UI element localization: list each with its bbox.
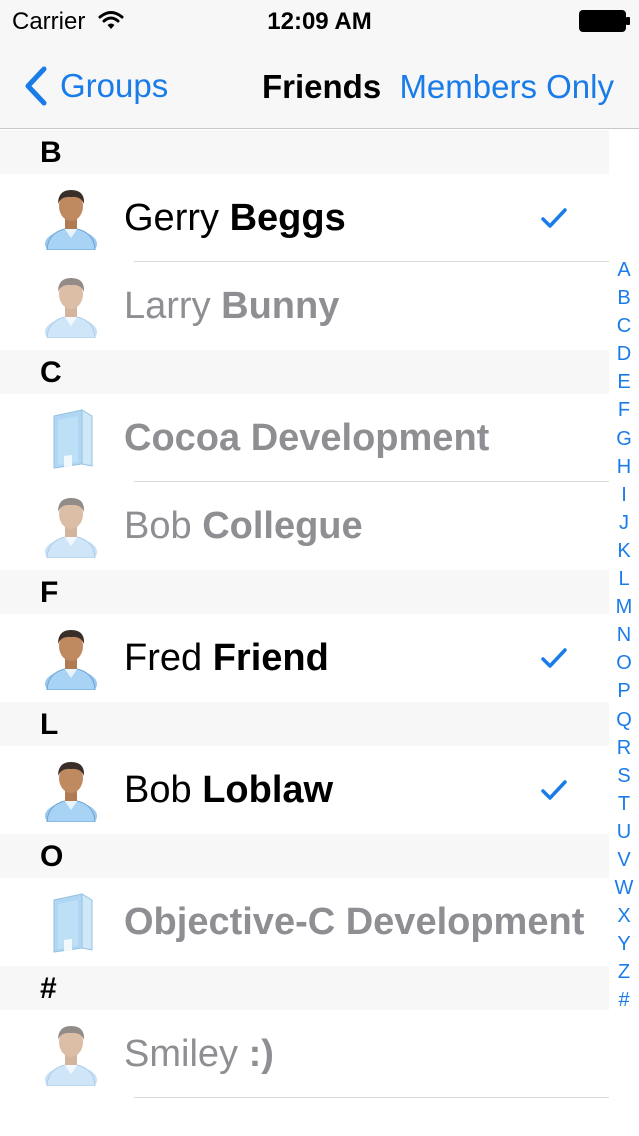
index-letter[interactable]: X [611,902,637,930]
page-title: Friends [262,68,382,105]
person-icon [45,630,97,690]
contact-name: Objective-C Development [124,878,584,966]
index-letter[interactable]: N [611,621,637,649]
contact-name: Larry Bunny [124,262,339,350]
index-letter[interactable]: I [611,481,637,509]
contacts-table: B Gerry Beggs Larry Bunny C Cocoa Develop… [0,130,609,1098]
index-letter[interactable]: # [611,986,637,1014]
first-name: Larry [124,285,211,327]
contact-name: Smiley :) [124,1010,274,1098]
contact-row[interactable]: Bob Collegue [0,482,609,570]
index-letter[interactable]: F [611,396,637,424]
building-icon [53,893,93,953]
checkmark-icon [541,648,567,668]
index-letter[interactable]: L [611,565,637,593]
last-name: :) [248,1033,274,1075]
contact-row[interactable]: Gerry Beggs [0,174,609,262]
section-header: F [0,570,609,614]
index-letter[interactable]: O [611,649,637,677]
navigation-bar: Groups Friends Members Only [0,40,639,129]
index-letter[interactable]: M [611,593,637,621]
building-icon [53,409,93,469]
contact-name: Fred Friend [124,614,329,702]
contact-name: Cocoa Development [124,394,489,482]
index-letter[interactable]: Z [611,958,637,986]
person-icon [45,1026,97,1086]
first-name: Smiley [124,1033,239,1075]
last-name: Objective-C Development [124,901,585,943]
index-letter[interactable]: P [611,677,637,705]
section-header: B [0,130,609,174]
person-icon [45,498,97,558]
contact-name: Gerry Beggs [124,174,346,262]
contact-row[interactable]: Larry Bunny [0,262,609,350]
row-separator [134,1097,609,1098]
person-icon [45,278,97,338]
index-letter[interactable]: U [611,818,637,846]
chevron-left-icon [25,66,47,106]
last-name: Cocoa Development [124,417,490,459]
first-name: Bob [124,505,192,547]
last-name: Loblaw [202,769,334,811]
battery-icon [579,10,630,32]
status-bar: Carrier 12:09 AM [0,0,639,40]
index-letter[interactable]: S [611,762,637,790]
index-letter[interactable]: H [611,453,637,481]
last-name: Bunny [221,285,340,327]
index-letter[interactable]: D [611,340,637,368]
last-name: Collegue [202,505,363,547]
checkmark-icon [541,208,567,228]
back-button-label: Groups [60,67,169,104]
index-letter[interactable]: W [611,874,637,902]
contact-row[interactable]: Bob Loblaw [0,746,609,834]
index-letter[interactable]: T [611,790,637,818]
person-icon [45,762,97,822]
company-row[interactable]: Objective-C Development [0,878,609,966]
section-header: L [0,702,609,746]
index-letter[interactable]: E [611,368,637,396]
section-header: C [0,350,609,394]
index-letter[interactable]: A [611,256,637,284]
first-name: Gerry [124,197,219,239]
members-only-button[interactable]: Members Only [399,68,614,106]
status-time: 12:09 AM [267,8,372,35]
contact-name: Bob Loblaw [124,746,333,834]
last-name: Friend [212,637,329,679]
company-row[interactable]: Cocoa Development [0,394,609,482]
back-button[interactable]: Groups [22,64,168,108]
index-letter[interactable]: B [611,284,637,312]
section-index[interactable]: A B C D E F G H I J K L M N O P Q R S T U V W X Y Z # [611,256,637,1015]
index-letter[interactable]: K [611,537,637,565]
section-header: O [0,834,609,878]
index-letter[interactable]: Q [611,706,637,734]
first-name: Fred [124,637,203,679]
last-name: Beggs [229,197,346,239]
checkmark-icon [541,780,567,800]
section-header: # [0,966,609,1010]
contact-name: Bob Collegue [124,482,363,570]
index-letter[interactable]: G [611,425,637,453]
first-name: Bob [124,769,192,811]
index-letter[interactable]: J [611,509,637,537]
index-letter[interactable]: V [611,846,637,874]
person-icon [45,190,97,250]
contact-row[interactable]: Fred Friend [0,614,609,702]
index-letter[interactable]: R [611,734,637,762]
index-letter[interactable]: C [611,312,637,340]
index-letter[interactable]: Y [611,930,637,958]
contact-row[interactable]: Smiley :) [0,1010,609,1098]
